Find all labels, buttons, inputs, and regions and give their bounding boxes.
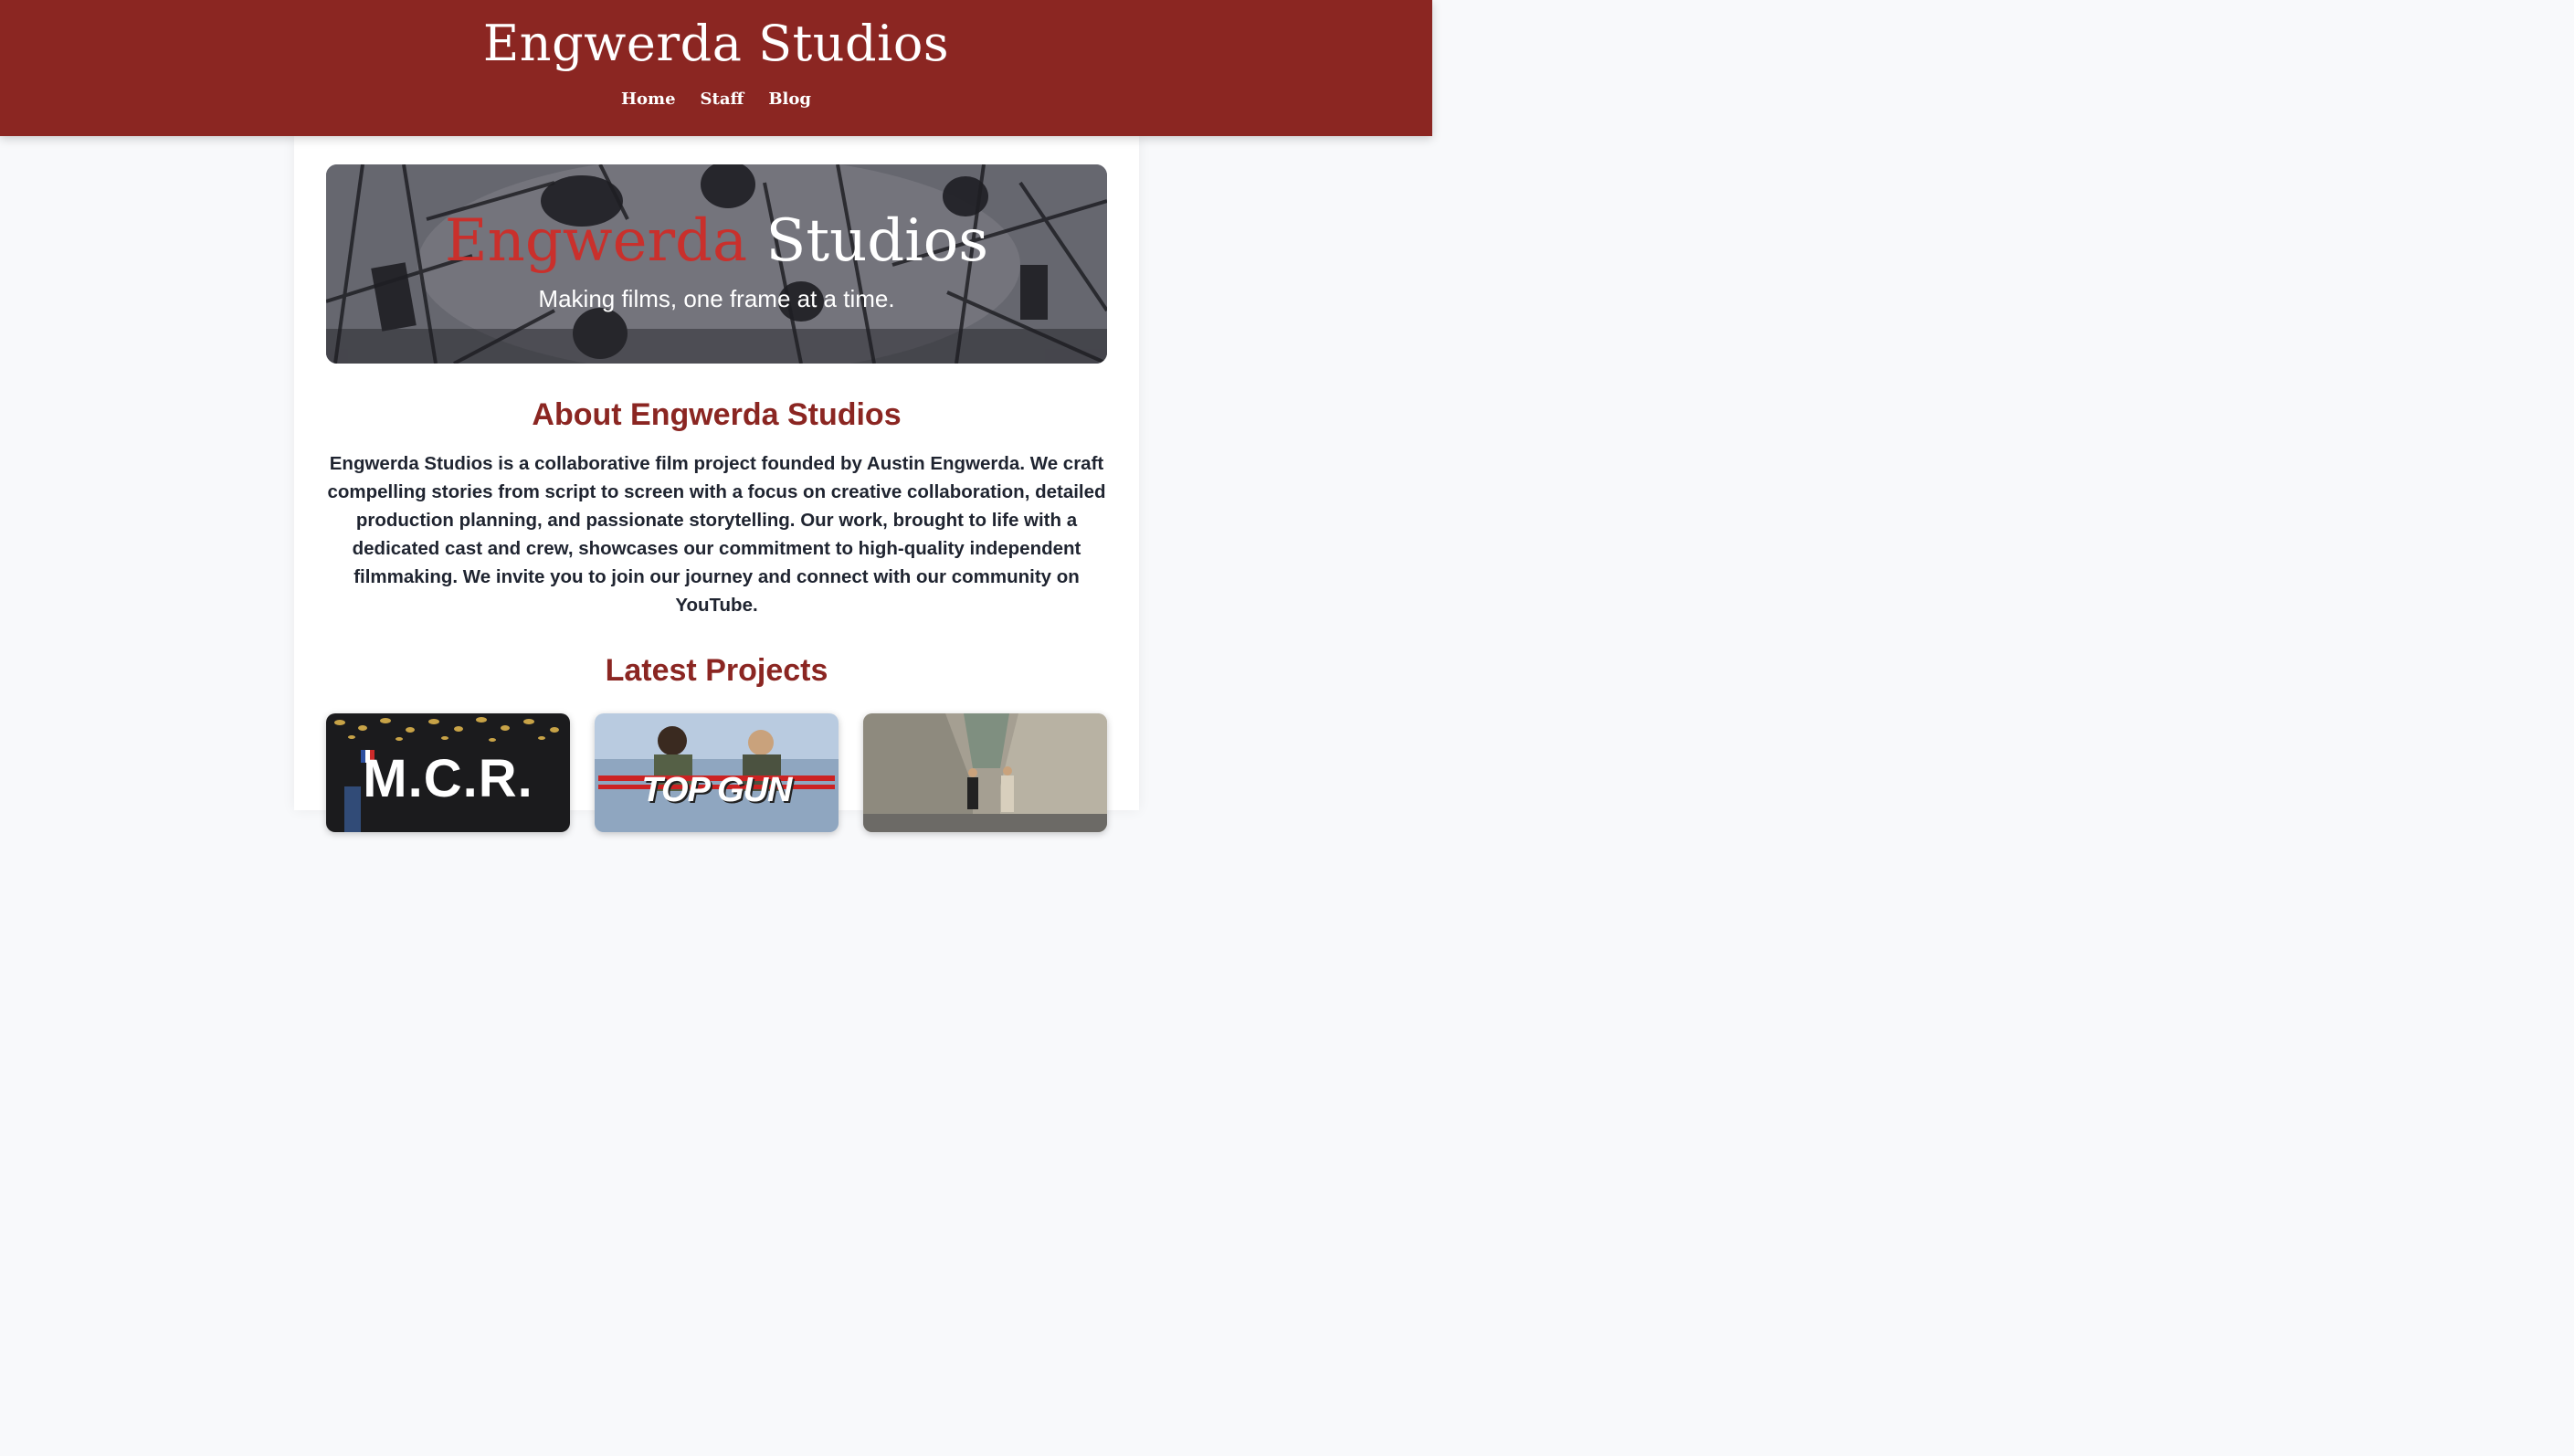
- mcr-poster-title: M.C.R.: [363, 749, 533, 808]
- nav-home-link[interactable]: Home: [621, 88, 676, 111]
- hero-tagline: Making films, one frame at a time.: [538, 285, 895, 312]
- project-card-mcr[interactable]: M.C.R.: [326, 713, 570, 832]
- hero-title-first: Engwerda: [444, 207, 748, 275]
- hero-title-second: Studios: [765, 207, 989, 275]
- main-nav: Home Staff Blog: [0, 88, 1432, 111]
- project-card-top-gun[interactable]: TOP GUN: [595, 713, 839, 832]
- nav-blog-link[interactable]: Blog: [768, 88, 811, 111]
- about-body: Engwerda Studios is a collaborative film…: [327, 453, 1106, 616]
- street-scene-poster-image: [863, 713, 1107, 832]
- projects-heading: Latest Projects: [605, 653, 828, 688]
- site-header: Engwerda Studios Home Staff Blog: [0, 0, 1432, 136]
- hero-title: Engwerda Studios: [326, 205, 1107, 278]
- about-heading: About Engwerda Studios: [532, 397, 902, 432]
- project-card-street[interactable]: [863, 713, 1107, 832]
- nav-staff-link[interactable]: Staff: [701, 88, 744, 111]
- hero-banner: Engwerda Studios Making films, one frame…: [326, 164, 1107, 364]
- site-title[interactable]: Engwerda Studios: [0, 13, 1432, 75]
- top-gun-poster-title: TOP GUN: [641, 771, 792, 809]
